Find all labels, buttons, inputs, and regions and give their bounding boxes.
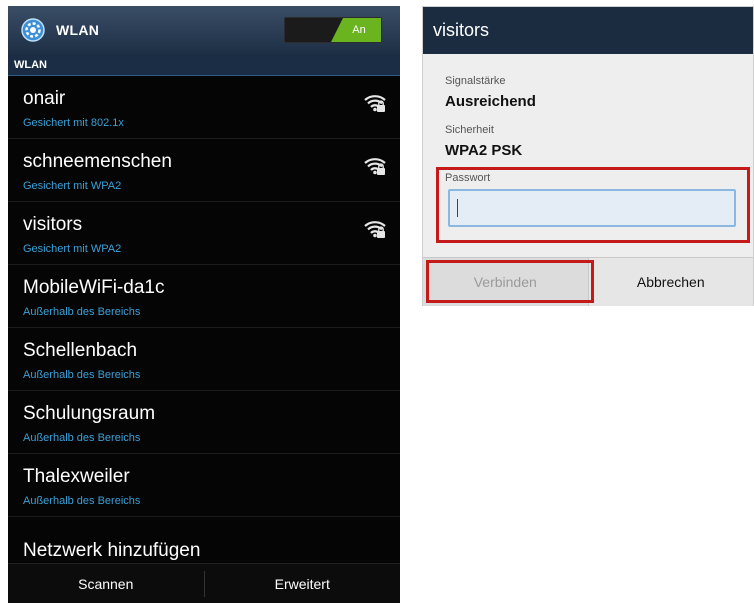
bottom-bar: Scannen Erweitert [8, 563, 400, 603]
connect-dialog: visitors Signalstärke Ausreichend Sicher… [422, 6, 754, 306]
signal-strength-label: Signalstärke [445, 75, 506, 87]
network-status: Gesichert mit WPA2 [23, 180, 122, 192]
network-item[interactable]: onair Gesichert mit 802.1x [8, 76, 400, 139]
security-value: WPA2 PSK [445, 142, 523, 159]
network-item[interactable]: schneemenschen Gesichert mit WPA2 [8, 139, 400, 202]
network-name: schneemenschen [23, 151, 172, 172]
dialog-title: visitors [423, 7, 753, 54]
scan-button[interactable]: Scannen [8, 564, 204, 603]
wlan-settings-screen: WLAN An WLAN onair Gesichert mit 802.1x sc… [8, 6, 400, 603]
network-item[interactable]: MobileWiFi-da1c Außerhalb des Bereichs [8, 265, 400, 328]
action-bar: WLAN An [8, 6, 400, 54]
password-label: Passwort [445, 172, 491, 184]
password-field[interactable] [448, 189, 736, 227]
network-status: Gesichert mit WPA2 [23, 243, 122, 255]
page-title: WLAN [56, 22, 100, 38]
network-name: visitors [23, 214, 83, 235]
toggle-on-label: An [331, 18, 381, 42]
connect-highlight-box [426, 260, 594, 303]
network-status: Gesichert mit 802.1x [23, 117, 124, 129]
network-name: MobileWiFi-da1c [23, 277, 165, 298]
security-label: Sicherheit [445, 124, 494, 136]
wifi-lock-icon [364, 158, 386, 175]
gear-icon[interactable] [20, 17, 46, 43]
section-header: WLAN [8, 54, 400, 76]
network-name: Schellenbach [23, 340, 138, 361]
network-name: Schulungsraum [23, 403, 156, 424]
network-item[interactable]: Schulungsraum Außerhalb des Bereichs [8, 391, 400, 454]
text-cursor [457, 199, 458, 217]
add-network-label: Netzwerk hinzufügen [23, 540, 201, 561]
network-status: Außerhalb des Bereichs [23, 306, 141, 318]
wifi-lock-icon [364, 221, 386, 238]
signal-strength-value: Ausreichend [445, 93, 536, 110]
wifi-lock-icon [364, 95, 386, 112]
wlan-toggle[interactable]: An [284, 17, 382, 43]
network-status: Außerhalb des Bereichs [23, 495, 141, 507]
cancel-button[interactable]: Abbrechen [587, 258, 754, 306]
network-item[interactable]: Thalexweiler Außerhalb des Bereichs [8, 454, 400, 517]
add-network-item[interactable]: Netzwerk hinzufügen [8, 529, 400, 563]
advanced-button[interactable]: Erweitert [205, 564, 401, 603]
network-list: onair Gesichert mit 802.1x schneemenschen G… [8, 76, 400, 517]
network-name: Thalexweiler [23, 466, 130, 487]
network-item[interactable]: visitors Gesichert mit WPA2 [8, 202, 400, 265]
network-name: onair [23, 88, 66, 109]
network-item[interactable]: Schellenbach Außerhalb des Bereichs [8, 328, 400, 391]
network-status: Außerhalb des Bereichs [23, 369, 141, 381]
dialog-buttons: Verbinden Abbrechen [423, 257, 753, 306]
network-status: Außerhalb des Bereichs [23, 432, 141, 444]
